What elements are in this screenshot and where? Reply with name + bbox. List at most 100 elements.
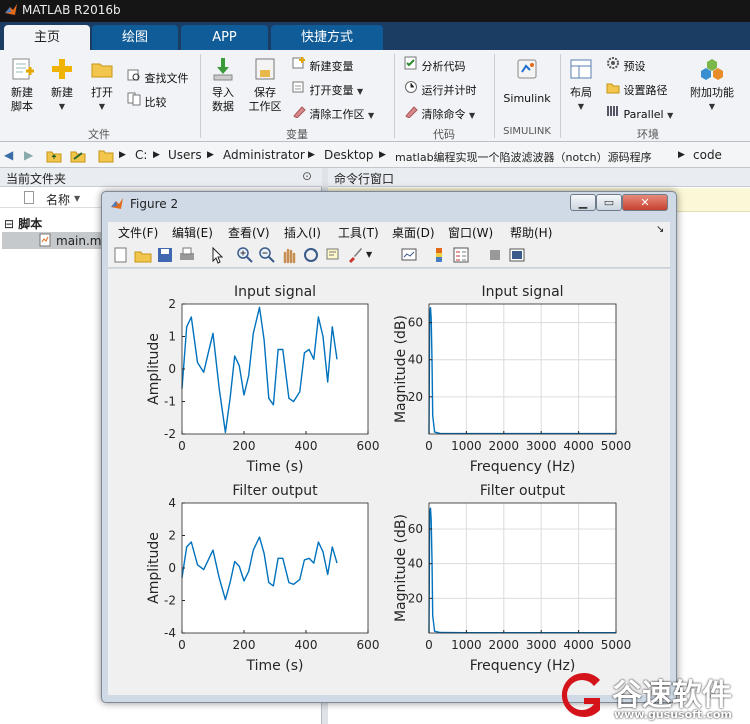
group-scripts[interactable]: ⊟ 脚本 <box>4 215 42 232</box>
y-tick-label: -4 <box>164 626 176 640</box>
breadcrumb-item[interactable]: C: <box>135 148 147 162</box>
group-separator <box>494 54 495 138</box>
show-plot-tools-icon[interactable] <box>508 246 526 264</box>
menu-window[interactable]: 窗口(W) <box>448 224 493 241</box>
column-name[interactable]: 名称 <box>46 191 70 208</box>
run-and-time-button[interactable]: 运行并计时 <box>404 80 477 98</box>
open-label: 打开 <box>91 86 113 99</box>
colorbar-icon[interactable] <box>430 246 448 264</box>
hide-plot-tools-icon[interactable] <box>486 246 504 264</box>
collapse-icon[interactable]: ⊟ <box>4 217 14 231</box>
y-tick-label: -2 <box>164 427 176 441</box>
menu-file[interactable]: 文件(F) <box>118 224 158 241</box>
zoom-out-icon[interactable] <box>258 246 276 264</box>
forward-icon[interactable]: ▶ <box>24 148 33 162</box>
set-path-button[interactable]: 设置路径 <box>606 80 668 98</box>
link-plot-icon[interactable] <box>400 246 418 264</box>
breadcrumb-item[interactable]: matlab编程实现一个陷波滤波器（notch）源码程序 <box>395 149 652 165</box>
parallel-icon <box>607 106 618 116</box>
tab-shortcuts[interactable]: 快捷方式 <box>271 25 383 50</box>
data-cursor-icon[interactable] <box>324 246 342 264</box>
figure-toolbar: ▼ <box>108 242 670 268</box>
open-variable-icon <box>292 81 304 93</box>
x-tick-label: 5000 <box>601 439 632 453</box>
layout-button[interactable]: 布局 ▼ <box>564 56 598 114</box>
clear-workspace-button[interactable]: 清除工作区 ▼ <box>292 104 374 122</box>
open-button[interactable]: 打开 ▼ <box>84 56 120 114</box>
brush-icon[interactable] <box>346 246 364 264</box>
clear-commands-icon <box>405 106 418 118</box>
legend-icon[interactable] <box>452 246 470 264</box>
new-figure-icon[interactable] <box>112 246 130 264</box>
dock-arrow-icon[interactable]: ↘ <box>656 224 664 235</box>
y-axis-label: Amplitude <box>146 333 162 405</box>
new-variable-button[interactable]: 新建变量 <box>292 56 354 74</box>
clear-commands-button[interactable]: 清除命令 ▼ <box>404 104 475 122</box>
sort-arrow-icon[interactable]: ▼ <box>74 194 80 203</box>
menu-tools[interactable]: 工具(T) <box>338 224 379 241</box>
menu-help[interactable]: 帮助(H) <box>510 224 552 241</box>
find-files-button[interactable]: 查找文件 <box>127 68 189 86</box>
folder-icon <box>91 63 113 78</box>
y-tick-label: 1 <box>168 330 176 344</box>
tab-plots[interactable]: 绘图 <box>92 25 178 50</box>
menu-desktop[interactable]: 桌面(D) <box>392 224 435 241</box>
preferences-button[interactable]: 预设 <box>606 56 646 74</box>
import-data-button[interactable]: 导入 数据 <box>204 56 242 114</box>
simulink-button[interactable]: Simulink <box>500 56 554 106</box>
list-item[interactable]: main.m <box>2 232 102 249</box>
maximize-button[interactable]: ▭ <box>596 194 622 211</box>
addons-button[interactable]: 附加功能 ▼ <box>686 56 738 114</box>
chevron-down-icon: ▼ <box>357 87 364 96</box>
x-tick-label: 0 <box>178 638 186 652</box>
window-title: MATLAB R2016b <box>22 3 121 17</box>
up-folder-icon[interactable] <box>46 147 62 163</box>
x-tick-label: 3000 <box>526 439 557 453</box>
pan-hand-icon[interactable] <box>280 246 298 264</box>
close-button[interactable]: ✕ <box>622 194 668 211</box>
new-script-label-1: 新建 <box>11 86 33 99</box>
tab-home[interactable]: 主页 <box>4 25 90 50</box>
analyze-code-button[interactable]: 分析代码 <box>404 56 466 74</box>
new-script-button[interactable]: 新建 脚本 <box>4 56 40 114</box>
parallel-button[interactable]: Parallel ▼ <box>606 104 673 122</box>
x-tick-label: 200 <box>233 439 256 453</box>
compare-button[interactable]: 比较 <box>127 92 167 110</box>
pointer-icon[interactable] <box>208 246 226 264</box>
menu-view[interactable]: 查看(V) <box>228 224 270 241</box>
back-icon[interactable]: ◀ <box>4 148 13 162</box>
open-file-icon[interactable] <box>134 246 152 264</box>
print-icon[interactable] <box>178 246 196 264</box>
browse-folder-icon[interactable] <box>70 147 86 163</box>
x-tick-label: 4000 <box>563 439 594 453</box>
y-tick-label: 60 <box>408 316 423 330</box>
breadcrumb-item[interactable]: Users <box>168 148 202 162</box>
menu-insert[interactable]: 插入(I) <box>284 224 321 241</box>
y-tick-label: -2 <box>164 594 176 608</box>
panel-menu-icon[interactable]: ⊙ <box>302 169 312 183</box>
tab-apps[interactable]: APP <box>181 25 268 50</box>
breadcrumb-item[interactable]: Administrator <box>223 148 305 162</box>
x-axis-label: Time (s) <box>246 459 304 475</box>
group-scripts-label: 脚本 <box>18 217 43 231</box>
open-variable-button[interactable]: 打开变量 ▼ <box>292 80 363 98</box>
chart-title: Input signal <box>481 284 563 300</box>
breadcrumb-item[interactable]: Desktop <box>324 148 374 162</box>
menu-edit[interactable]: 编辑(E) <box>172 224 213 241</box>
save-ws-label-1: 保存 <box>254 86 276 99</box>
new-button[interactable]: 新建 ▼ <box>44 56 80 114</box>
set-path-icon <box>606 83 620 94</box>
import-label-2: 数据 <box>212 100 234 113</box>
plus-icon <box>52 59 72 79</box>
folder-icon <box>98 150 114 163</box>
zoom-in-icon[interactable] <box>236 246 254 264</box>
y-tick-label: 40 <box>408 557 423 571</box>
save-icon[interactable] <box>156 246 174 264</box>
set-path-label: 设置路径 <box>623 84 668 97</box>
breadcrumb-item[interactable]: code <box>693 148 722 162</box>
chevron-down-icon[interactable]: ▼ <box>366 246 384 264</box>
minimize-button[interactable]: ▁ <box>570 194 596 211</box>
save-workspace-button[interactable]: 保存 工作区 <box>244 56 286 114</box>
y-axis-label: Amplitude <box>146 532 162 604</box>
rotate-3d-icon[interactable] <box>302 246 320 264</box>
